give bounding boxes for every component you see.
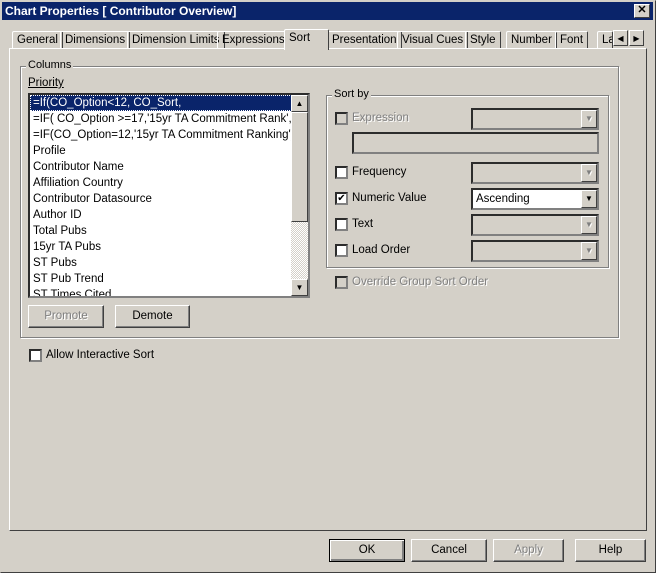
expression-input[interactable] [352, 132, 599, 154]
window-title: Chart Properties [ Contributor Overview] [5, 4, 237, 18]
list-item[interactable]: Affiliation Country [30, 175, 308, 191]
list-item[interactable]: Author ID [30, 207, 308, 223]
list-item[interactable]: Profile [30, 143, 308, 159]
frequency-order-combo[interactable]: ▼ [471, 162, 599, 184]
load-order-combo[interactable]: ▼ [471, 240, 599, 262]
tab-scroll-left[interactable]: ◀ [613, 30, 628, 46]
close-button[interactable]: ✕ [634, 4, 650, 18]
tab-dimensions[interactable]: Dimensions [60, 31, 131, 49]
tab-general[interactable]: General [12, 31, 63, 49]
tab-style[interactable]: Style [465, 31, 501, 49]
list-item[interactable]: Contributor Name [30, 159, 308, 175]
tab-expressions[interactable]: Expressions [217, 31, 290, 49]
expression-label: Expression [352, 112, 409, 124]
list-item[interactable]: =If(CO_Option<12, CO_Sort, [30, 95, 308, 111]
tab-layout[interactable]: La [597, 31, 613, 49]
list-item[interactable]: Contributor Datasource [30, 191, 308, 207]
priority-scrollbar[interactable]: ▲ ▼ [291, 95, 308, 296]
arrow-left-icon: ◀ [617, 34, 624, 43]
numeric-value-order-combo[interactable]: Ascending ▼ [471, 188, 599, 210]
tab-presentation[interactable]: Presentation [327, 31, 402, 49]
list-item[interactable]: 15yr TA Pubs [30, 239, 308, 255]
columns-group-label: Columns [26, 59, 74, 71]
text-checkbox[interactable] [335, 218, 348, 231]
scroll-up-button[interactable]: ▲ [291, 95, 308, 112]
list-item[interactable]: =IF( CO_Option >=17,'15yr TA Commitment … [30, 111, 308, 127]
arrow-down-icon: ▼ [295, 283, 304, 292]
close-icon: ✕ [637, 4, 647, 16]
list-item[interactable]: =IF(CO_Option=12,'15yr TA Commitment Ran… [30, 127, 308, 143]
cancel-button[interactable]: Cancel [411, 539, 487, 562]
scroll-thumb[interactable] [291, 112, 308, 222]
dropdown-arrow-icon: ▼ [581, 216, 597, 234]
expression-checkbox[interactable] [335, 112, 348, 125]
scroll-down-button[interactable]: ▼ [291, 279, 308, 296]
expression-order-combo[interactable]: ▼ [471, 108, 599, 130]
promote-button[interactable]: Promote [28, 305, 104, 328]
frequency-label: Frequency [352, 166, 407, 178]
allow-interactive-sort-checkbox[interactable] [29, 349, 42, 362]
ok-button[interactable]: OK [329, 539, 405, 562]
sort-by-label: Sort by [332, 88, 371, 100]
priority-listbox[interactable]: =If(CO_Option<12, CO_Sort, =IF( CO_Option… [28, 93, 310, 298]
arrow-up-icon: ▲ [295, 99, 304, 108]
list-item[interactable]: Total Pubs [30, 223, 308, 239]
help-button[interactable]: Help [575, 539, 646, 562]
text-label: Text [352, 218, 374, 230]
allow-interactive-sort-label: Allow Interactive Sort [46, 349, 155, 361]
dropdown-arrow-icon: ▼ [581, 242, 597, 260]
load-order-label: Load Order [352, 244, 411, 256]
override-group-sort-checkbox[interactable] [335, 276, 348, 289]
dropdown-arrow-icon[interactable]: ▼ [581, 190, 597, 208]
apply-button[interactable]: Apply [493, 539, 564, 562]
numeric-value-label: Numeric Value [352, 192, 427, 204]
load-order-checkbox[interactable] [335, 244, 348, 257]
list-item[interactable]: ST Pubs [30, 255, 308, 271]
list-item[interactable]: ST Pub Trend [30, 271, 308, 287]
override-group-sort-label: Override Group Sort Order [352, 276, 489, 288]
checkmark-icon: ✔ [337, 193, 346, 204]
numeric-order-value: Ascending [476, 193, 530, 205]
dropdown-arrow-icon: ▼ [581, 164, 597, 182]
tab-font[interactable]: Font [555, 31, 589, 49]
tab-scroll-right[interactable]: ▶ [629, 30, 644, 46]
title-bar: Chart Properties [ Contributor Overview] [2, 2, 653, 20]
tab-visual-cues[interactable]: Visual Cues [397, 31, 469, 49]
demote-button[interactable]: Demote [115, 305, 190, 328]
text-order-combo[interactable]: ▼ [471, 214, 599, 236]
list-item[interactable]: ST Times Cited [30, 287, 308, 296]
numeric-value-checkbox[interactable]: ✔ [335, 192, 348, 205]
tab-dimension-limits[interactable]: Dimension Limits [127, 31, 225, 49]
priority-label: Priority [28, 77, 64, 89]
arrow-right-icon: ▶ [633, 34, 640, 43]
frequency-checkbox[interactable] [335, 166, 348, 179]
dropdown-arrow-icon: ▼ [581, 110, 597, 128]
tab-sort[interactable]: Sort [284, 29, 329, 50]
tab-number[interactable]: Number [506, 31, 557, 49]
